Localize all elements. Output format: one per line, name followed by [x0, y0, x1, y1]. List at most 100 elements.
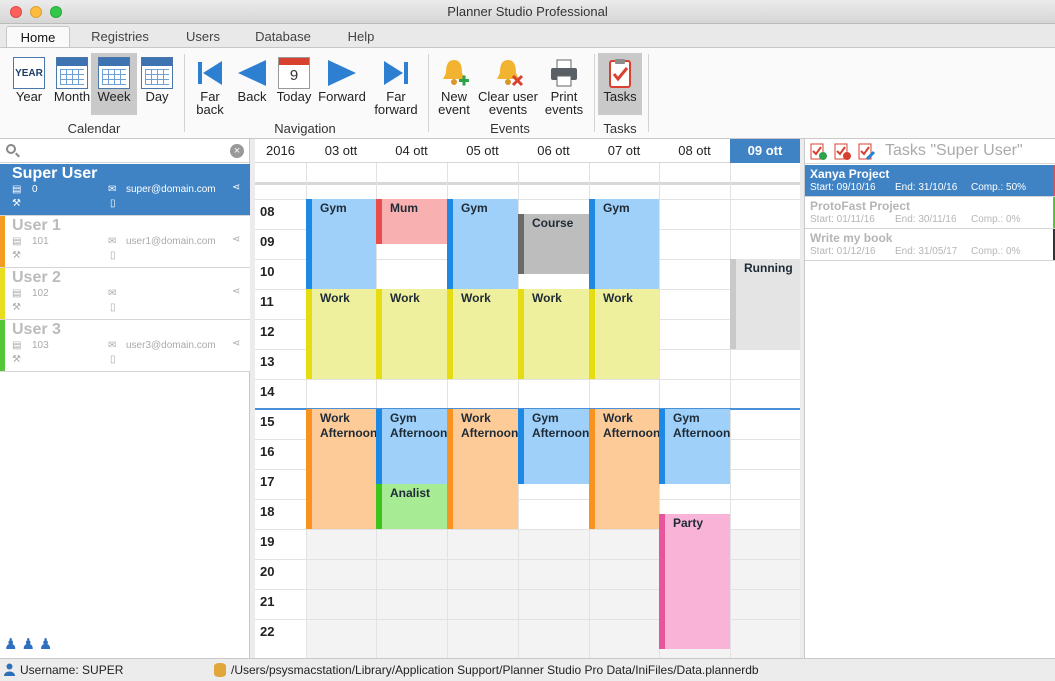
event-color-strip: [447, 289, 453, 379]
event-title: Gym: [461, 201, 488, 215]
delete-task-icon[interactable]: [833, 142, 851, 160]
window-title: Planner Studio Professional: [447, 4, 608, 19]
share-icon[interactable]: ⋖: [232, 338, 240, 349]
users-pane: × Super User 0 ▤ ✉ super@domain.com ⚒ ▯ ⋖ User 1…: [0, 139, 250, 658]
calendar-event[interactable]: Work: [589, 289, 659, 379]
hour-label: 13: [260, 354, 275, 369]
print-events-button[interactable]: Print events: [539, 53, 589, 116]
hour-gridline: [255, 379, 800, 380]
mail-icon: ✉: [108, 340, 117, 351]
calendar-event[interactable]: Gym: [306, 199, 376, 289]
user-card[interactable]: User 2 102 ▤ ✉ ⚒ ▯ ⋖: [0, 268, 250, 320]
calendar-event[interactable]: Work Afternoon: [447, 409, 518, 529]
hour-label: 20: [260, 564, 275, 579]
tab-database[interactable]: Database: [244, 26, 322, 48]
tasks-pane: Tasks "Super User" Xanya Project Start: 0…: [804, 139, 1055, 658]
calendar-event[interactable]: Gym: [447, 199, 518, 289]
event-title: Work Afternoon: [320, 411, 376, 440]
event-title: Work: [532, 291, 562, 305]
phone-icon: ▯: [110, 302, 116, 313]
calendar-event[interactable]: Gym Afternoon: [518, 409, 589, 484]
user-id: 101: [32, 236, 49, 247]
user-color-bar: [0, 268, 5, 319]
today-button[interactable]: 9 Today: [269, 53, 319, 115]
calendar-event[interactable]: Gym Afternoon: [659, 409, 730, 484]
event-title: Course: [532, 216, 574, 230]
bell-clear-icon: [497, 60, 524, 87]
calendar-event[interactable]: Work: [447, 289, 518, 379]
week-view-button[interactable]: Week: [91, 53, 137, 115]
user-search-bar[interactable]: ×: [0, 139, 250, 163]
phone-icon: ▯: [110, 198, 116, 209]
calendar-event[interactable]: Running: [730, 259, 800, 349]
add-task-icon[interactable]: [809, 142, 827, 160]
calendar-event[interactable]: Work Afternoon: [589, 409, 659, 529]
tab-help[interactable]: Help: [334, 26, 388, 48]
tab-home[interactable]: Home: [6, 26, 70, 48]
calendar-event[interactable]: Mum: [376, 199, 447, 244]
event-color-strip: [306, 289, 312, 379]
all-day-row[interactable]: [255, 163, 800, 185]
event-color-strip: [376, 199, 382, 244]
status-db-path: /Users/psysmacstation/Library/Applicatio…: [231, 663, 759, 677]
calendar-event[interactable]: Course: [518, 214, 589, 274]
hour-label: 09: [260, 234, 275, 249]
task-row[interactable]: Xanya Project Start: 09/10/16 End: 31/10/1…: [805, 165, 1055, 197]
calendar-event[interactable]: Work: [376, 289, 447, 379]
event-title: Running: [744, 261, 793, 275]
calendar-event[interactable]: Analist: [376, 484, 447, 529]
events-group-label: Events: [490, 121, 530, 136]
hour-label: 11: [260, 294, 274, 309]
day-calendar-icon: [141, 57, 173, 89]
event-color-strip: [518, 214, 524, 274]
day-header[interactable]: 09 ott: [730, 139, 800, 163]
event-title: Gym Afternoon: [390, 411, 447, 440]
tasks-button[interactable]: Tasks: [598, 53, 642, 115]
month-view-button[interactable]: Month: [47, 53, 97, 115]
user-card[interactable]: Super User 0 ▤ ✉ super@domain.com ⚒ ▯ ⋖: [0, 164, 250, 216]
calendar-event[interactable]: Work: [306, 289, 376, 379]
day-header[interactable]: 07 ott: [589, 139, 659, 163]
share-icon[interactable]: ⋖: [232, 234, 240, 245]
calendar-event[interactable]: Gym: [589, 199, 659, 289]
task-row[interactable]: Write my book Start: 01/12/16 End: 31/05/1…: [805, 229, 1055, 261]
user-color-bar: [0, 216, 5, 267]
event-color-strip: [376, 409, 382, 484]
calendar-event[interactable]: Work: [518, 289, 589, 379]
remove-user-icon[interactable]: ♟: [21, 635, 34, 655]
event-title: Work: [603, 291, 633, 305]
task-comp: Comp.: 50%: [971, 182, 1027, 193]
event-color-strip: [659, 514, 665, 649]
user-card[interactable]: User 1 101 ▤ ✉ user1@domain.com ⚒ ▯ ⋖: [0, 216, 250, 268]
calendar-event[interactable]: Gym Afternoon: [376, 409, 447, 484]
far-forward-button[interactable]: Far forward: [371, 53, 421, 116]
add-user-icon[interactable]: ♟: [4, 635, 17, 655]
tab-users[interactable]: Users: [172, 26, 234, 48]
tab-registries[interactable]: Registries: [80, 26, 160, 48]
edit-task-icon[interactable]: [857, 142, 875, 160]
week-calendar-icon: [98, 57, 130, 89]
calendar-event[interactable]: Work Afternoon: [306, 409, 376, 529]
event-color-strip: [447, 199, 453, 289]
day-header[interactable]: 04 ott: [376, 139, 447, 163]
printer-icon: [551, 59, 577, 87]
skip-forward-icon: [384, 61, 408, 85]
hour-label: 17: [260, 474, 275, 489]
event-color-strip: [306, 409, 312, 529]
clear-user-events-button[interactable]: Clear user events: [478, 53, 538, 116]
day-header[interactable]: 05 ott: [447, 139, 518, 163]
day-header[interactable]: 06 ott: [518, 139, 589, 163]
day-header[interactable]: 08 ott: [659, 139, 730, 163]
edit-user-icon[interactable]: ♟: [39, 635, 52, 655]
day-header[interactable]: 03 ott: [306, 139, 376, 163]
task-row[interactable]: ProtoFast Project Start: 01/11/16 End: 30/…: [805, 197, 1055, 229]
user-card[interactable]: User 3 103 ▤ ✉ user3@domain.com ⚒ ▯ ⋖: [0, 320, 250, 372]
day-gridline: [730, 163, 731, 658]
clear-search-icon[interactable]: ×: [230, 144, 244, 158]
calendar-event[interactable]: Party: [659, 514, 730, 649]
share-icon[interactable]: ⋖: [232, 286, 240, 297]
share-icon[interactable]: ⋖: [232, 182, 240, 193]
event-title: Work Afternoon: [461, 411, 518, 440]
task-end: End: 31/10/16: [895, 182, 958, 193]
task-start: Start: 01/11/16: [810, 214, 875, 225]
